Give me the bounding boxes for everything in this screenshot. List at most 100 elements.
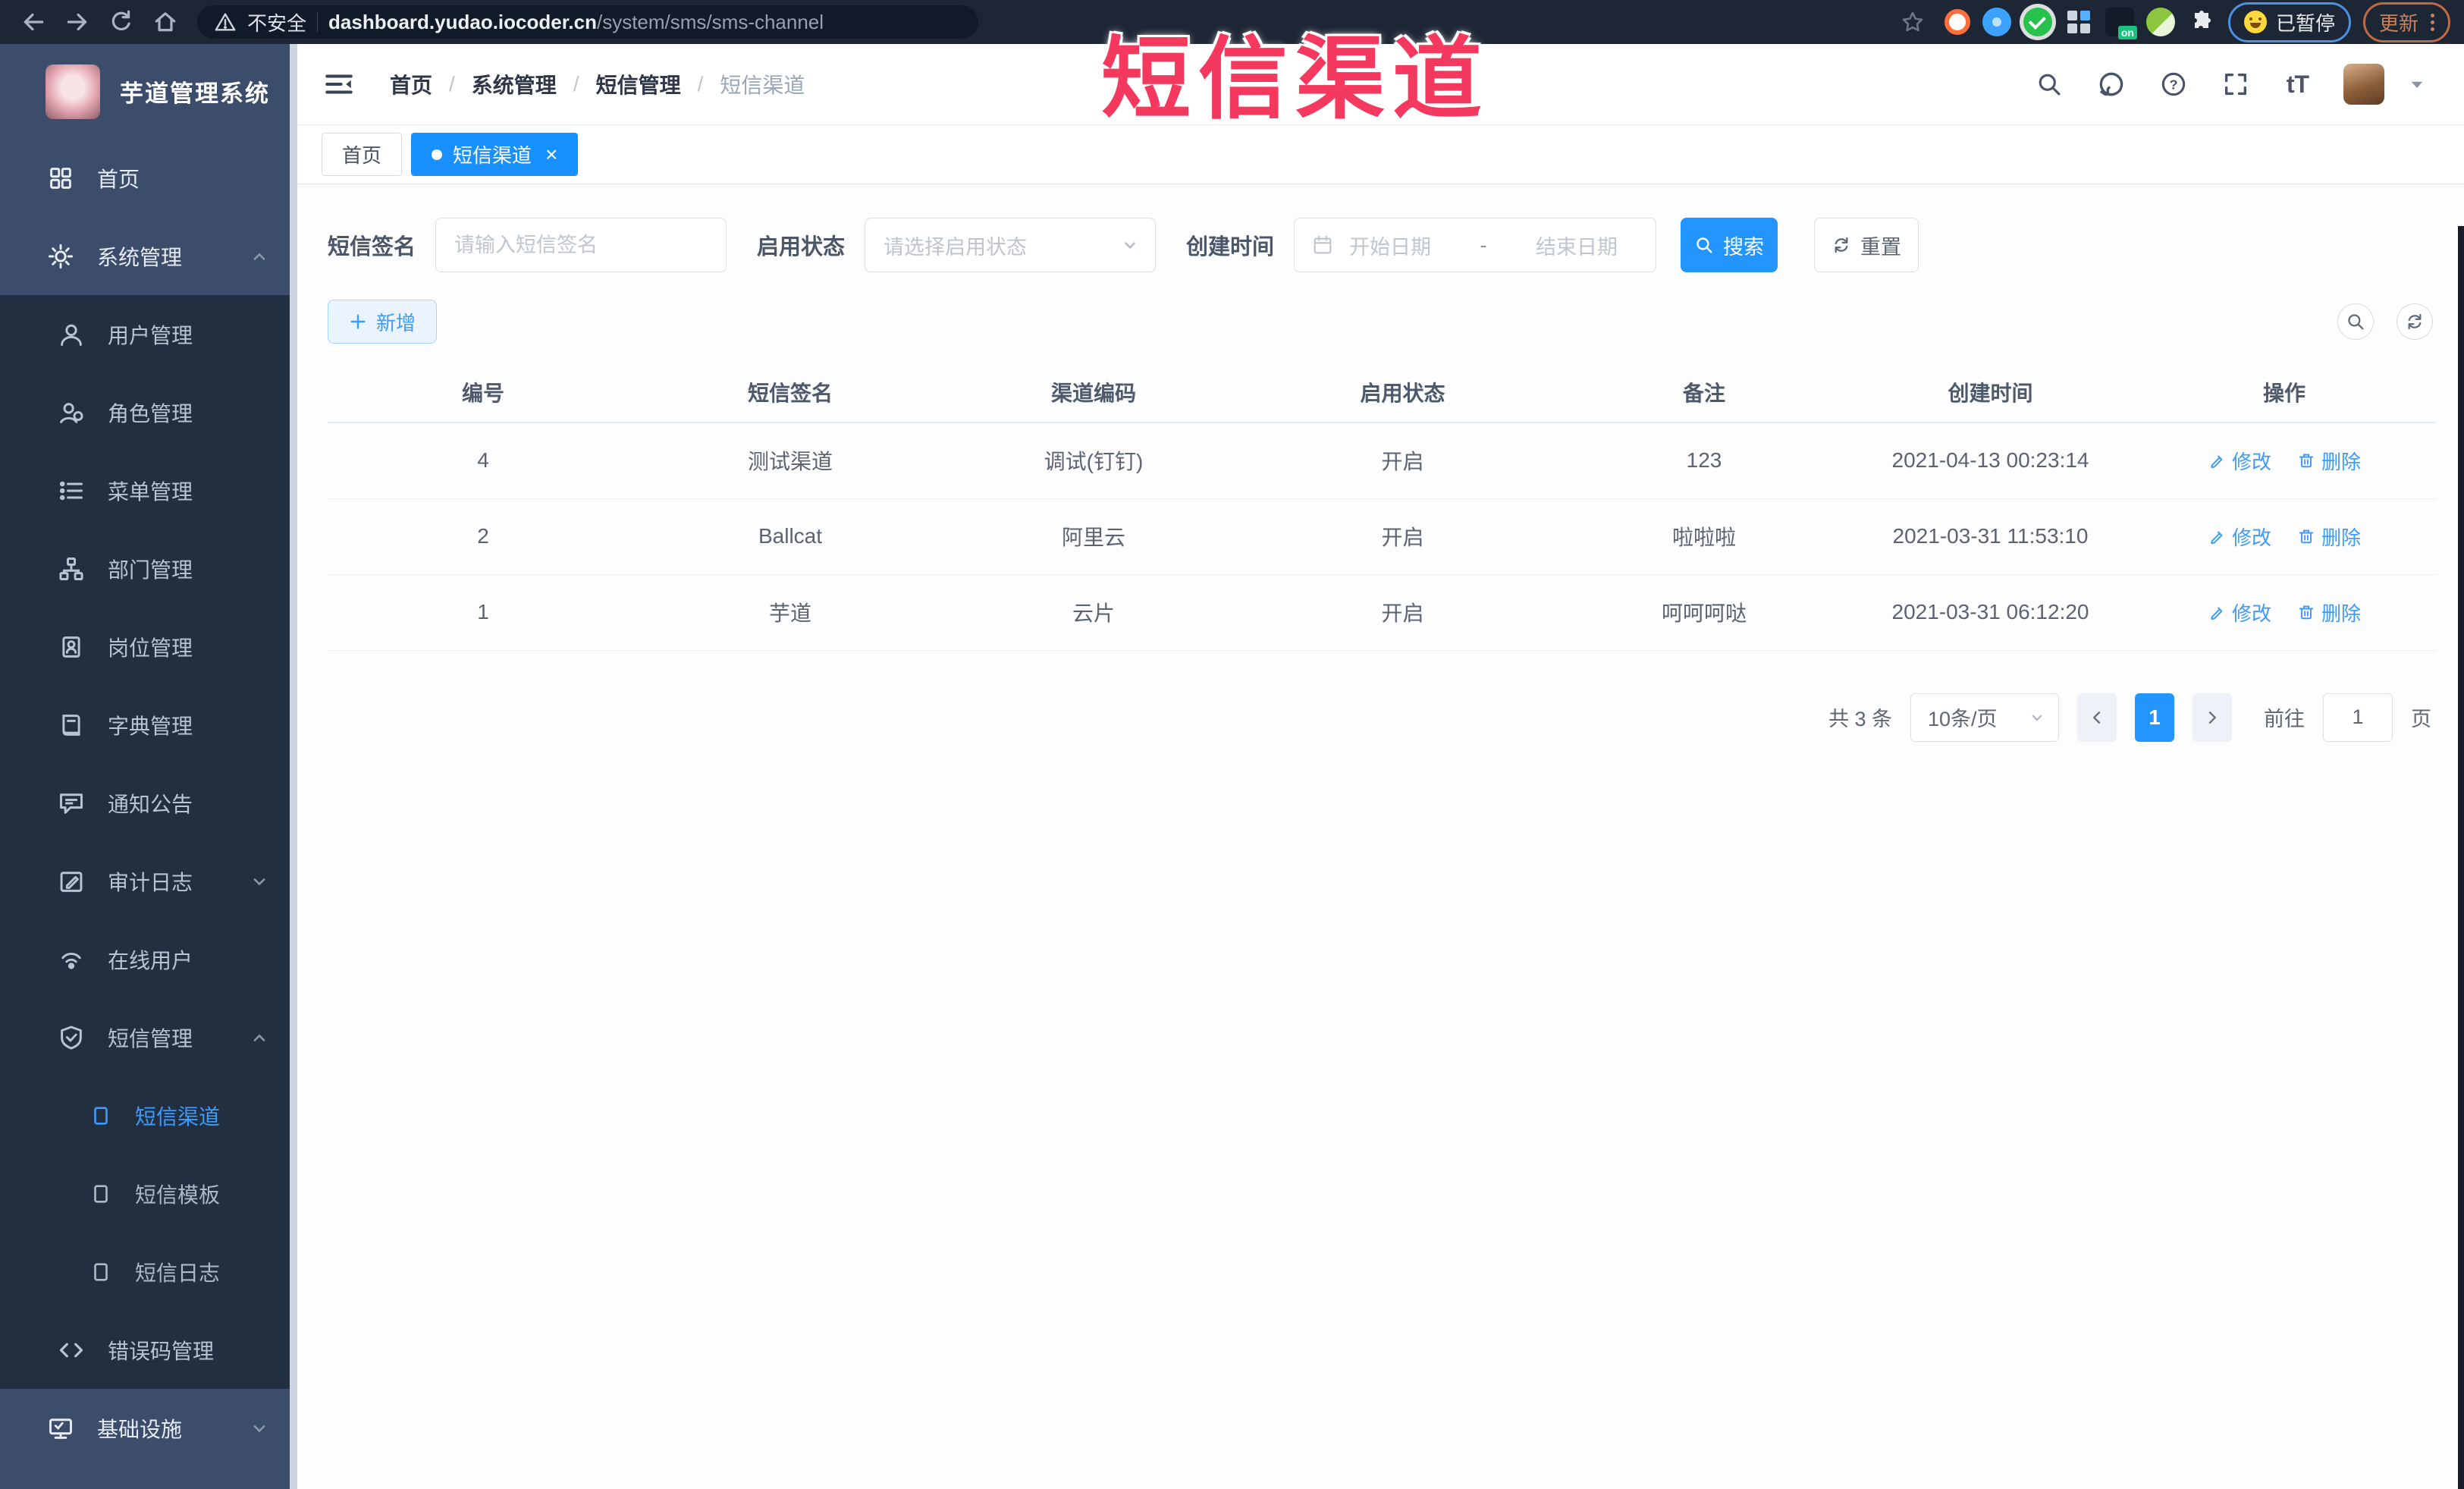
breadcrumb-item[interactable]: 首页 [390,69,432,99]
page-scrollbar[interactable] [2458,226,2464,1489]
edit-link[interactable]: 修改 [2208,523,2271,551]
font-size-button[interactable]: tT [2281,68,2315,101]
sidebar-item-sms-mgmt[interactable]: 短信管理 [0,998,297,1076]
edit-label: 修改 [2231,602,2271,625]
fullscreen-icon [2224,73,2247,96]
goto-page-input[interactable] [2323,693,2393,742]
toggle-search-button[interactable] [2337,303,2374,340]
browser-forward-button[interactable] [58,5,97,39]
star-icon [1902,11,1923,32]
chevron-up-icon [253,253,265,260]
prev-page-button[interactable] [2077,693,2117,742]
delete-label: 删除 [2321,526,2362,549]
current-page-button[interactable]: 1 [2135,693,2174,742]
delete-link[interactable]: 删除 [2297,598,2361,627]
extension-check-icon[interactable] [2023,8,2052,36]
sidebar-item-sms-template[interactable]: 短信模板 [0,1154,297,1233]
refresh-icon [1835,237,1848,253]
sidebar-item-dept-mgmt[interactable]: 部门管理 [0,529,297,608]
browser-menu-icon[interactable] [2431,13,2434,31]
edit-link[interactable]: 修改 [2208,598,2271,627]
sidebar-item-infrastructure[interactable]: 基础设施 [0,1389,297,1467]
profile-paused-chip[interactable]: 已暂停 [2227,2,2351,42]
extension-pin-icon[interactable] [1982,8,2011,36]
extension-grid-icon[interactable] [2064,8,2093,36]
user-menu-caret[interactable] [2407,74,2427,94]
tab-close-icon[interactable]: × [545,143,557,165]
status-label: 启用状态 [757,235,846,259]
table-row: 2 Ballcat 阿里云 开启 啦啦啦 2021-03-31 11:53:10… [328,498,2436,575]
header-search-button[interactable] [2032,68,2066,101]
trash-icon [2299,605,2314,620]
update-label: 更新 [2378,11,2418,35]
reset-button-label: 重置 [1860,235,1902,259]
question-icon: ? [2161,72,2186,96]
sidebar-item-system-mgmt[interactable]: 系统管理 [0,217,297,295]
date-end-placeholder[interactable]: 结束日期 [1536,231,1618,260]
app-title: 芋道管理系统 [120,80,270,107]
sidebar-item-sms-log[interactable]: 短信日志 [0,1233,297,1311]
hamburger-icon [325,74,353,94]
sidebar-item-menu-mgmt[interactable]: 菜单管理 [0,451,297,529]
browser-reload-button[interactable] [102,5,141,39]
chevron-right-icon [2208,711,2216,724]
extensions-puzzle-icon[interactable] [2187,8,2216,36]
address-bar[interactable]: 不安全 dashboard.yudao.iocoder.cn/system/sm… [197,5,978,39]
sidebar-item-post-mgmt[interactable]: 岗位管理 [0,608,297,686]
sidebar-item-sms-channel[interactable]: 短信渠道 [0,1076,297,1154]
sidebar-item-user-mgmt[interactable]: 用户管理 [0,295,297,373]
search-icon [1697,237,1712,253]
user-icon [61,324,82,346]
org-tree-icon [59,557,83,580]
page-size-select[interactable]: 10条/页 [1910,693,2059,742]
sidebar-item-role-mgmt[interactable]: 角色管理 [0,373,297,451]
online-signal-icon [61,952,81,969]
next-page-button[interactable] [2192,693,2232,742]
app-logo [46,64,100,119]
add-button[interactable]: 新增 [328,300,437,344]
date-range-picker[interactable]: 开始日期 - 结束日期 [1294,218,1657,272]
sidebar-item-home[interactable]: 首页 [0,139,297,217]
cell-status: 开启 [1245,498,1560,575]
chevron-left-icon [2093,711,2101,724]
edit-link[interactable]: 修改 [2208,447,2271,475]
sidebar-item-notice[interactable]: 通知公告 [0,764,297,842]
status-select[interactable]: 请选择启用状态 [865,218,1157,272]
help-button[interactable]: ? [2157,68,2190,101]
extension-leaf-icon[interactable] [2145,8,2175,36]
sidebar-item-dict-mgmt[interactable]: 字典管理 [0,686,297,764]
chevron-down-icon [253,1425,265,1432]
sidebar-scrollbar[interactable] [290,44,297,1489]
sidebar-toggle-button[interactable] [323,68,355,100]
browser-back-button[interactable] [14,5,53,39]
refresh-table-button[interactable] [2397,303,2433,340]
browser-extensions-area: on 已暂停 更新 [1893,2,2450,42]
browser-home-button[interactable] [146,5,185,39]
date-start-placeholder[interactable]: 开始日期 [1349,231,1431,260]
extension-orange-icon[interactable] [1944,9,1970,35]
user-avatar[interactable] [2343,64,2384,105]
extension-switch-icon[interactable]: on [2105,8,2137,39]
delete-link[interactable]: 删除 [2297,447,2361,475]
cell-sign: 测试渠道 [639,423,942,499]
search-button[interactable]: 搜索 [1681,218,1778,272]
sidebar-item-label: 短信管理 [108,1026,193,1051]
fullscreen-button[interactable] [2219,68,2252,101]
sidebar-item-error-code-mgmt[interactable]: 错误码管理 [0,1311,297,1389]
github-link[interactable] [2095,68,2128,101]
delete-link[interactable]: 删除 [2297,523,2361,551]
sidebar-item-online-users[interactable]: 在线用户 [0,920,297,998]
sign-input[interactable] [454,233,708,257]
breadcrumb-item[interactable]: 短信管理 [596,69,681,99]
app-logo-row[interactable]: 芋道管理系统 [0,44,297,139]
tab-home[interactable]: 首页 [322,133,403,176]
bookmark-star-button[interactable] [1893,5,1932,39]
reset-button[interactable]: 重置 [1814,218,1919,272]
github-icon [2099,72,2123,96]
breadcrumb-item[interactable]: 系统管理 [472,69,557,99]
browser-update-chip[interactable]: 更新 [2362,2,2450,42]
tab-sms-channel[interactable]: 短信渠道 × [411,133,579,176]
sidebar-item-audit-log[interactable]: 审计日志 [0,842,297,920]
book-icon [62,714,80,736]
col-id: 编号 [328,362,639,423]
